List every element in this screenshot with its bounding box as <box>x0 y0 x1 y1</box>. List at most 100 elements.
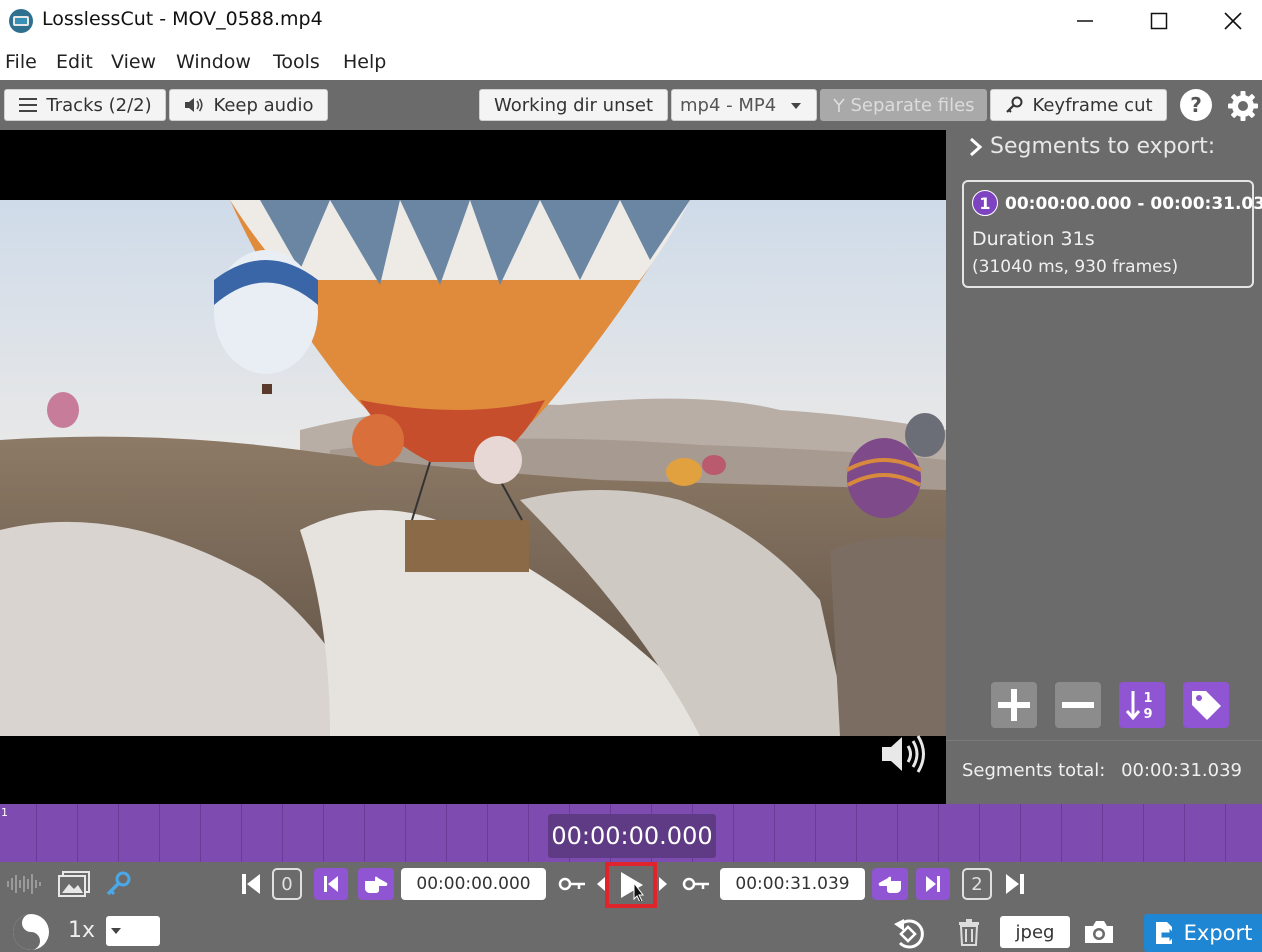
list-icon <box>19 98 38 112</box>
segment-end-number[interactable]: 2 <box>962 868 992 900</box>
jump-cut-start-button[interactable] <box>314 868 348 900</box>
keyframe-cut-label: Keyframe cut <box>1032 94 1153 116</box>
set-cut-start-button[interactable] <box>358 868 394 900</box>
timeline-tick <box>159 804 160 862</box>
tag-segment-button[interactable] <box>1183 682 1229 728</box>
set-cut-end-button[interactable] <box>872 868 908 900</box>
timeline-tick <box>446 804 447 862</box>
segment-time-range: 00:00:00.000 - 00:00:31.039 <box>1005 194 1262 214</box>
next-keyframe-button[interactable] <box>680 872 712 896</box>
maximize-icon <box>1150 12 1168 30</box>
timeline-tick <box>364 804 365 862</box>
caret-left-icon <box>597 877 605 891</box>
delete-source-button[interactable] <box>954 914 984 950</box>
export-label: Export <box>1183 921 1253 945</box>
timeline-tick <box>323 804 324 862</box>
speaker-icon <box>185 98 203 112</box>
timeline-tick <box>979 804 980 862</box>
segment-duration: Duration 31s <box>972 228 1095 250</box>
video-player[interactable] <box>0 130 946 804</box>
add-segment-button[interactable] <box>991 682 1037 728</box>
timeline-tick <box>487 804 488 862</box>
cut-start-time-input[interactable]: 00:00:00.000 <box>401 868 546 900</box>
menu-bar: File Edit View Window Tools Help <box>0 42 1262 80</box>
segment-marker-label: 1 <box>1 806 8 819</box>
segment-item[interactable]: 1 00:00:00.000 - 00:00:31.039 Duration 3… <box>962 180 1262 288</box>
timeline-tick <box>1225 804 1226 862</box>
timeline-tick <box>118 804 119 862</box>
timeline-tick <box>282 804 283 862</box>
capture-format-button[interactable]: jpeg <box>1000 916 1070 948</box>
hand-pointing-icon <box>878 876 901 893</box>
previous-keyframe-button[interactable] <box>556 872 588 896</box>
capture-frame-button[interactable] <box>1080 916 1118 948</box>
key-icon <box>106 871 131 896</box>
sort-segments-button[interactable]: 1 9 <box>1119 682 1165 728</box>
minimize-button[interactable] <box>1048 0 1122 42</box>
keep-audio-label: Keep audio <box>213 94 314 116</box>
menu-edit[interactable]: Edit <box>56 51 93 73</box>
timeline[interactable]: 1 00:00:00.000 <box>0 804 1262 862</box>
skip-to-end-icon <box>1006 874 1024 894</box>
svg-text:9: 9 <box>1143 707 1152 722</box>
rotate-button[interactable] <box>890 914 930 952</box>
cut-end-time-input[interactable]: 00:00:31.039 <box>720 868 865 900</box>
caret-right-icon <box>659 877 667 891</box>
jump-to-end-button[interactable] <box>1002 868 1028 900</box>
working-dir-button[interactable]: Working dir unset <box>479 89 668 121</box>
settings-button[interactable] <box>1226 89 1260 123</box>
menu-tools[interactable]: Tools <box>273 51 320 73</box>
timeline-tick <box>938 804 939 862</box>
playback-speed-select[interactable] <box>106 916 160 946</box>
plus-icon <box>998 689 1030 721</box>
timeline-mode-button[interactable] <box>10 912 52 952</box>
keyframes-button[interactable] <box>102 868 136 900</box>
menu-view[interactable]: View <box>111 51 156 73</box>
timeline-tick <box>856 804 857 862</box>
remove-segment-button[interactable] <box>1055 682 1101 728</box>
chevron-right-icon <box>970 137 983 156</box>
help-button[interactable]: ? <box>1180 89 1212 121</box>
menu-file[interactable]: File <box>5 51 37 73</box>
svg-text:1: 1 <box>1143 691 1152 706</box>
waveform-icon <box>7 874 41 894</box>
timeline-tick <box>241 804 242 862</box>
timeline-tick <box>528 804 529 862</box>
key-icon <box>1006 96 1023 113</box>
format-select[interactable]: mp4 - MP4 <box>671 89 817 121</box>
timeline-tick <box>405 804 406 862</box>
timeline-tick <box>774 804 775 862</box>
maximize-button[interactable] <box>1122 0 1196 42</box>
waveform-button[interactable] <box>4 870 44 898</box>
export-button[interactable]: Export <box>1144 914 1262 952</box>
step-forward-button[interactable] <box>658 874 668 894</box>
timeline-tick <box>815 804 816 862</box>
thumbnails-button[interactable] <box>56 868 92 900</box>
jump-to-start-button[interactable] <box>238 868 264 900</box>
keyframe-cut-button[interactable]: Keyframe cut <box>990 89 1167 121</box>
close-button[interactable] <box>1196 0 1262 42</box>
volume-icon[interactable] <box>878 732 930 776</box>
split-icon <box>833 98 846 112</box>
key-icon <box>682 877 709 891</box>
title-bar: LosslessCut - MOV_0588.mp4 <box>0 0 1262 42</box>
timeline-tick <box>200 804 201 862</box>
menu-help[interactable]: Help <box>343 51 386 73</box>
video-frame-image <box>0 200 946 736</box>
segment-start-number[interactable]: 0 <box>272 868 302 900</box>
format-label: mp4 - MP4 <box>680 94 777 116</box>
image-icon <box>58 871 90 897</box>
timeline-tick <box>1143 804 1144 862</box>
jump-cut-end-button[interactable] <box>916 868 950 900</box>
sort-numeric-icon: 1 9 <box>1125 691 1153 722</box>
separate-files-button[interactable]: Separate files <box>820 89 987 121</box>
rotate-icon <box>894 919 924 949</box>
skip-to-start-icon <box>242 874 260 894</box>
current-time-display: 00:00:00.000 <box>548 814 716 858</box>
segments-header[interactable]: Segments to export: <box>968 134 1215 159</box>
segments-total: Segments total: 00:00:31.039 <box>962 760 1242 781</box>
trash-icon <box>959 919 979 946</box>
keep-audio-button[interactable]: Keep audio <box>169 89 328 121</box>
tracks-button[interactable]: Tracks (2/2) <box>4 89 166 121</box>
menu-window[interactable]: Window <box>176 51 251 73</box>
